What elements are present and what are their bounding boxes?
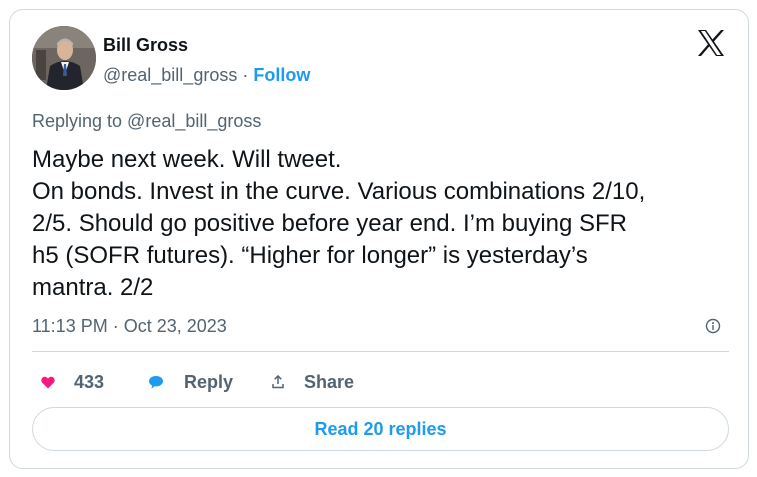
tweet-text: Maybe next week. Will tweet. On bonds. I… xyxy=(32,144,732,304)
like-count: 433 xyxy=(74,371,105,392)
x-logo-icon[interactable] xyxy=(696,29,726,57)
tweet-text-line: h5 (SOFR futures). “Higher for longer” i… xyxy=(32,242,588,269)
like-button[interactable]: 433 xyxy=(38,370,104,394)
share-button[interactable]: Share xyxy=(268,370,354,394)
tweet-timestamp[interactable]: 11:13 PM · Oct 23, 2023 xyxy=(32,316,227,337)
info-icon[interactable] xyxy=(705,318,721,334)
tweet-text-line: Maybe next week. Will tweet. xyxy=(32,146,342,173)
author-name[interactable]: Bill Gross xyxy=(103,35,188,56)
author-handle[interactable]: @real_bill_gross xyxy=(103,65,237,85)
heart-icon xyxy=(38,372,58,392)
read-replies-button[interactable]: Read 20 replies xyxy=(32,407,729,451)
divider xyxy=(32,351,729,352)
avatar[interactable] xyxy=(32,26,96,90)
reply-button[interactable]: Reply xyxy=(146,370,233,394)
replying-to: Replying to @real_bill_gross xyxy=(32,111,262,131)
handle-separator: · xyxy=(237,65,254,85)
tweet-text-line: 2/5. Should go positive before year end.… xyxy=(32,210,628,237)
author-handle-row: @real_bill_gross · Follow xyxy=(103,65,310,86)
share-label: Share xyxy=(304,371,355,392)
follow-button[interactable]: Follow xyxy=(253,65,310,85)
share-upload-icon xyxy=(268,372,288,392)
reply-label: Reply xyxy=(184,371,234,392)
tweet-card: Bill Gross @real_bill_gross · Follow Rep… xyxy=(9,9,749,469)
read-replies-label: Read 20 replies xyxy=(314,418,447,439)
tweet-text-line: mantra. 2/2 xyxy=(32,274,154,301)
speech-bubble-icon xyxy=(146,372,166,392)
tweet-text-line: On bonds. Invest in the curve. Various c… xyxy=(32,178,646,205)
avatar-photo-icon xyxy=(32,26,96,90)
